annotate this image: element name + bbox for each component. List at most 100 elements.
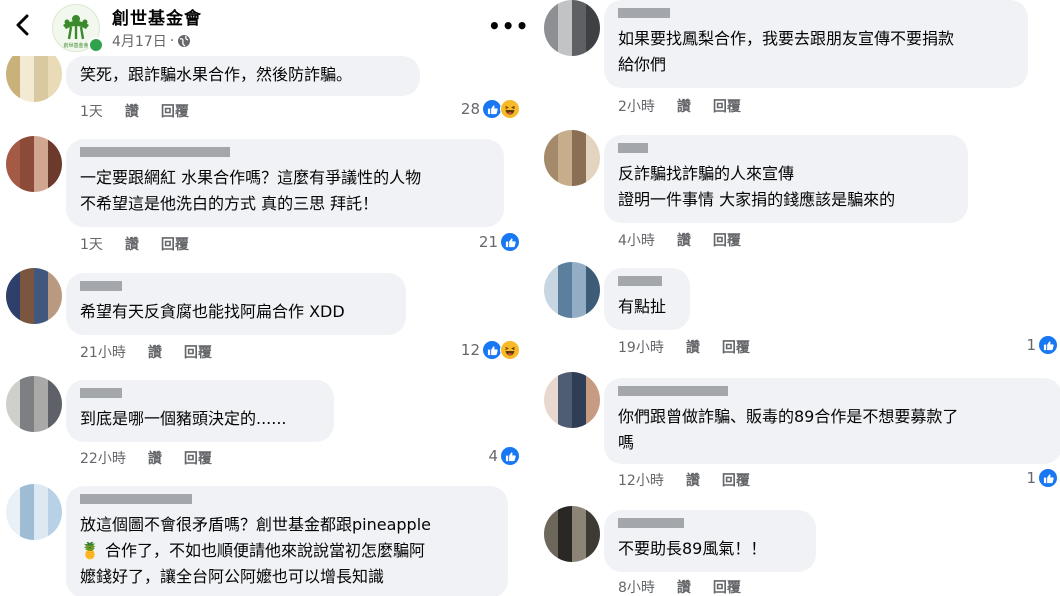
- like-button[interactable]: 讚: [148, 448, 162, 468]
- commenter-avatar[interactable]: [6, 136, 62, 192]
- commenter-name[interactable]: [618, 276, 676, 288]
- reaction-count: 28: [460, 100, 480, 118]
- reply-button[interactable]: 回覆: [161, 234, 189, 254]
- reaction-count: 21: [478, 233, 498, 251]
- avatar-pixel: [572, 400, 586, 414]
- comment-time[interactable]: 21小時: [80, 342, 126, 362]
- commenter-name[interactable]: [80, 388, 320, 400]
- avatar-pixel: [20, 136, 34, 150]
- avatar-pixel: [544, 28, 558, 42]
- avatar-pixel: [572, 28, 586, 42]
- avatar-pixel: [48, 268, 62, 282]
- avatar-pixel: [586, 520, 600, 534]
- avatar-pixel: [544, 144, 558, 158]
- more-options-button[interactable]: •••: [488, 14, 528, 38]
- reaction-summary[interactable]: 1: [1026, 335, 1058, 355]
- comment-time[interactable]: 8小時: [618, 577, 655, 596]
- like-button[interactable]: 讚: [677, 96, 691, 116]
- avatar-pixel: [34, 418, 48, 432]
- avatar-pixel: [6, 178, 20, 192]
- like-button[interactable]: 讚: [125, 101, 139, 121]
- like-button[interactable]: 讚: [686, 470, 700, 490]
- post-date[interactable]: 4月17日: [112, 31, 167, 51]
- reply-button[interactable]: 回覆: [184, 342, 212, 362]
- avatar-pixel: [34, 526, 48, 540]
- comment-time[interactable]: 19小時: [618, 337, 664, 357]
- commenter-name[interactable]: [80, 147, 490, 159]
- like-button[interactable]: 讚: [148, 342, 162, 362]
- commenter-avatar[interactable]: [544, 0, 600, 56]
- reply-button[interactable]: 回覆: [713, 230, 741, 250]
- comment-time[interactable]: 12小時: [618, 470, 664, 490]
- avatar-pixel: [558, 172, 572, 186]
- avatar-pixel: [34, 74, 48, 88]
- avatar-pixel: [572, 304, 586, 318]
- like-reaction-icon: [482, 340, 502, 360]
- comment-time[interactable]: 1天: [80, 101, 103, 121]
- commenter-avatar[interactable]: [6, 484, 62, 540]
- commenter-avatar[interactable]: [6, 376, 62, 432]
- like-button[interactable]: 讚: [677, 577, 691, 596]
- reaction-summary[interactable]: 12: [461, 340, 520, 360]
- avatar-pixel: [544, 0, 558, 14]
- avatar-pixel: [48, 404, 62, 418]
- reaction-summary[interactable]: 4: [488, 446, 520, 466]
- blurred-name: [618, 518, 684, 528]
- commenter-avatar[interactable]: [6, 268, 62, 324]
- avatar-pixel: [558, 262, 572, 276]
- reply-button[interactable]: 回覆: [161, 101, 189, 121]
- commenter-name[interactable]: [618, 386, 1048, 398]
- avatar-pixel: [34, 498, 48, 512]
- page-name[interactable]: 創世基金會: [112, 4, 202, 29]
- commenter-avatar[interactable]: [544, 506, 600, 562]
- reaction-summary[interactable]: 28: [461, 99, 520, 119]
- comment-bubble: 一定要跟網紅 水果合作嗎？這麼有爭議性的人物 不希望這是他洗白的方式 真的三思 …: [66, 139, 504, 227]
- like-button[interactable]: 讚: [686, 337, 700, 357]
- comment-text: 放這個圖不會很矛盾嗎？創世基金都跟pineapple 🍍 合作了，不如也順便請他…: [80, 515, 431, 586]
- avatar-pixel: [558, 372, 572, 386]
- reaction-summary[interactable]: 21: [479, 232, 520, 252]
- blurred-name: [618, 143, 648, 153]
- commenter-name[interactable]: [618, 518, 802, 530]
- avatar-pixel: [586, 400, 600, 414]
- comment-time[interactable]: 22小時: [80, 448, 126, 468]
- avatar-pixel: [34, 268, 48, 282]
- commenter-name[interactable]: [80, 494, 494, 506]
- reply-button[interactable]: 回覆: [184, 448, 212, 468]
- comment-time[interactable]: 4小時: [618, 230, 655, 250]
- commenter-name[interactable]: [618, 143, 954, 155]
- avatar-pixel: [20, 60, 34, 74]
- comment-bubble: 你們跟曾做詐騙、販毒的89合作是不想要募款了 嗎: [604, 378, 1060, 464]
- like-button[interactable]: 讚: [125, 234, 139, 254]
- avatar-pixel: [48, 136, 62, 150]
- avatar-pixel: [586, 290, 600, 304]
- avatar-pixel: [558, 28, 572, 42]
- reply-button[interactable]: 回覆: [722, 337, 750, 357]
- avatar-pixel: [558, 414, 572, 428]
- avatar-pixel: [20, 484, 34, 498]
- avatar-pixel: [6, 164, 20, 178]
- like-button[interactable]: 讚: [677, 230, 691, 250]
- like-reaction-icon: [1038, 335, 1058, 355]
- comment-actions: 1天 讚 回覆: [80, 101, 189, 121]
- comment-time[interactable]: 2小時: [618, 96, 655, 116]
- back-button[interactable]: [8, 10, 38, 40]
- avatar-pixel: [586, 276, 600, 290]
- avatar-pixel: [558, 14, 572, 28]
- avatar-pixel: [48, 390, 62, 404]
- reaction-summary[interactable]: 1: [1026, 468, 1058, 488]
- avatar-pixel: [586, 304, 600, 318]
- avatar-pixel: [586, 548, 600, 562]
- commenter-avatar[interactable]: [544, 372, 600, 428]
- commenter-avatar[interactable]: [544, 130, 600, 186]
- commenter-name[interactable]: [618, 8, 1014, 20]
- like-reaction-icon: [482, 99, 502, 119]
- avatar-pixel: [34, 512, 48, 526]
- commenter-avatar[interactable]: [544, 262, 600, 318]
- avatar-pixel: [6, 74, 20, 88]
- reply-button[interactable]: 回覆: [722, 470, 750, 490]
- commenter-name[interactable]: [80, 281, 392, 293]
- reply-button[interactable]: 回覆: [713, 577, 741, 596]
- comment-time[interactable]: 1天: [80, 234, 103, 254]
- reply-button[interactable]: 回覆: [713, 96, 741, 116]
